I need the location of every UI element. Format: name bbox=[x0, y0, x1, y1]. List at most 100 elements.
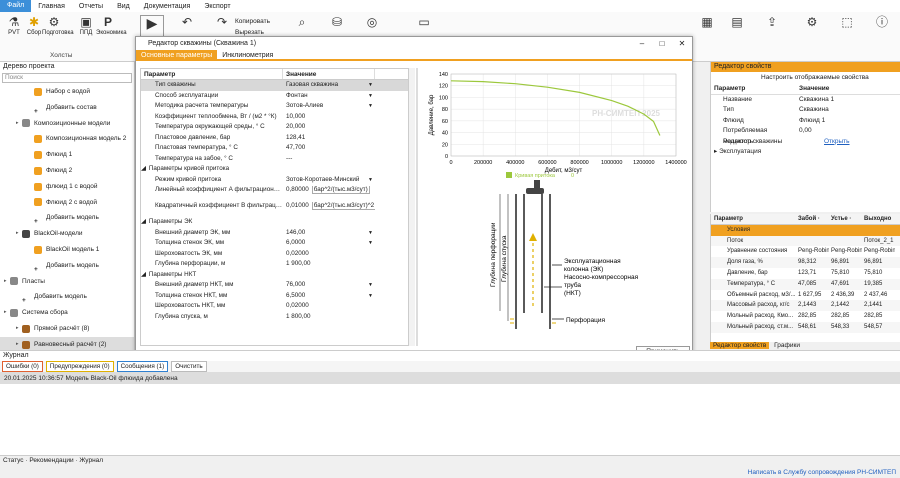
info-button[interactable]: ⓘ bbox=[870, 15, 894, 30]
dropdown-arrow-icon[interactable]: ▼ bbox=[368, 91, 373, 102]
param-unit-select[interactable]: бар^2/(тыс.м3/сут)^2 bbox=[311, 202, 375, 210]
prop-value[interactable] bbox=[799, 147, 894, 158]
tree-item[interactable]: Набор с водой bbox=[0, 84, 134, 100]
param-row[interactable]: Внешний диаметр ЭК, мм 146,00 ▼ bbox=[141, 228, 408, 239]
minimize-icon[interactable]: – bbox=[632, 37, 652, 50]
param-value[interactable]: --- bbox=[283, 154, 375, 165]
param-section[interactable]: ◢ Параметры ЭК bbox=[141, 217, 408, 228]
param-section[interactable]: ◢ Параметры НКТ bbox=[141, 270, 408, 281]
tree-item[interactable]: + Добавить модель bbox=[0, 289, 134, 305]
grid-header[interactable]: Выходно bbox=[862, 214, 895, 224]
grid-header[interactable]: Устье · bbox=[829, 214, 862, 224]
param-value[interactable]: 6,0000 ▼ bbox=[283, 238, 375, 249]
param-scrollbar[interactable] bbox=[409, 68, 415, 346]
prop-row[interactable]: Потребляемая мощность 0,00 bbox=[711, 126, 900, 145]
redo-button[interactable]: ↷ bbox=[210, 15, 234, 30]
grid-row[interactable]: Доля газа, % 98,312 96,891 96,891 bbox=[711, 257, 900, 268]
param-value[interactable]: 47,700 bbox=[283, 143, 375, 154]
prop-row[interactable]: Тип Скважина bbox=[711, 105, 900, 116]
menu-item-4[interactable]: Документация bbox=[137, 3, 198, 10]
grid-row[interactable]: Давление, бар 123,71 75,810 75,810 bbox=[711, 267, 900, 279]
param-value[interactable]: 0,02000 bbox=[283, 301, 375, 312]
param-row[interactable]: Тип скважины Газовая скважина ▼ bbox=[141, 80, 408, 91]
tab-inclinometry[interactable]: Инклинометрия bbox=[217, 50, 278, 59]
menu-item-0[interactable]: Файл bbox=[0, 0, 32, 12]
tree-item[interactable]: + Добавить модель bbox=[0, 210, 134, 226]
param-value[interactable]: 76,000 ▼ bbox=[283, 280, 375, 291]
dropdown-arrow-icon[interactable]: ▼ bbox=[368, 228, 373, 239]
param-value[interactable]: 0,02000 bbox=[283, 249, 375, 260]
param-row[interactable]: Температура окружающей среды, ° С 20,000 bbox=[141, 122, 408, 133]
tree-item[interactable]: флюид 1 с водой bbox=[0, 179, 134, 195]
support-link[interactable]: Написать в Службу сопровождения РН-СИМТЕ… bbox=[748, 469, 896, 476]
prop-value[interactable]: Открыть bbox=[799, 137, 894, 148]
tab-charts[interactable]: Графики bbox=[771, 342, 803, 349]
prop-value[interactable]: Скважина bbox=[799, 105, 894, 116]
param-value[interactable]: 10,000 bbox=[283, 112, 375, 123]
param-value[interactable]: Зотов-Алиев ▼ bbox=[283, 101, 375, 112]
param-value[interactable]: Газовая скважина ▼ bbox=[283, 80, 375, 91]
tree-item[interactable]: ▸ Система сбора bbox=[0, 305, 134, 321]
param-value[interactable]: Зотов-Коротаев-Минский ▼ bbox=[283, 175, 375, 186]
tree-item[interactable]: + Добавить состав bbox=[0, 100, 134, 116]
grid-section-row[interactable]: Условия bbox=[711, 224, 900, 236]
copy-button[interactable]: Копировать bbox=[235, 18, 270, 25]
prop-row[interactable]: Редактор скважины Открыть bbox=[711, 137, 900, 148]
calc-button[interactable]: ▦ bbox=[695, 15, 719, 30]
ppd-button[interactable]: ▣ ППД bbox=[74, 15, 98, 36]
grid-row[interactable]: Поток Поток_2_1 bbox=[711, 235, 900, 247]
grid-row[interactable]: Мольный расход, Кмо... 282,85 282,85 282,85 bbox=[711, 311, 900, 322]
param-row[interactable]: Линейный коэффициент А фильтрационного с… bbox=[141, 185, 408, 201]
param-row[interactable]: Шероховатость ЭК, мм 0,02000 bbox=[141, 249, 408, 260]
param-row[interactable]: Пластовое давление, бар 128,41 bbox=[141, 133, 408, 144]
bottom-tabs[interactable]: Статус · Рекомендации · Журнал bbox=[0, 456, 103, 466]
journal-entry[interactable]: 20.01.2025 10:36:57 Модель Black-Oil флю… bbox=[0, 373, 900, 384]
tree-item[interactable]: Флюид 2 bbox=[0, 163, 134, 179]
tree-item[interactable]: BlackOil модель 1 bbox=[0, 242, 134, 258]
export-button[interactable]: ⇪ bbox=[760, 15, 784, 30]
warnings-filter-button[interactable]: Предупреждения (0) bbox=[45, 361, 114, 372]
dropdown-arrow-icon[interactable]: ▼ bbox=[368, 101, 373, 112]
close-icon[interactable]: ✕ bbox=[672, 37, 692, 50]
param-row[interactable]: Толщина стенок НКТ, мм 6,5000 ▼ bbox=[141, 291, 408, 302]
param-value[interactable]: 146,00 ▼ bbox=[283, 228, 375, 239]
param-value[interactable]: 1 900,00 bbox=[283, 259, 375, 270]
economics-button[interactable]: Р Экономика bbox=[96, 15, 127, 36]
param-row[interactable]: Глубина перфорации, м 1 900,00 bbox=[141, 259, 408, 270]
grid-button[interactable]: ▤ bbox=[725, 15, 749, 30]
settings-button[interactable]: ⚙ bbox=[800, 15, 824, 30]
tree-item[interactable]: ▸ Пласты bbox=[0, 274, 134, 290]
param-row[interactable]: Толщина стенок ЭК, мм 6,0000 ▼ bbox=[141, 238, 408, 249]
param-row[interactable]: Режим кривой притока Зотов-Коротаев-Минск… bbox=[141, 175, 408, 186]
param-value[interactable]: 128,41 bbox=[283, 133, 375, 144]
splitter[interactable] bbox=[416, 68, 418, 346]
tree-item[interactable]: ▸ BlackOil-модели bbox=[0, 226, 134, 242]
tree-search-input[interactable]: Поиск bbox=[2, 73, 132, 83]
param-value[interactable]: Фонтан ▼ bbox=[283, 91, 375, 102]
menu-item-3[interactable]: Вид bbox=[110, 3, 137, 10]
tab-main-params[interactable]: Основные параметры bbox=[136, 50, 218, 59]
tab-props-editor[interactable]: Редактор свойств bbox=[710, 342, 770, 349]
cut-button[interactable]: Вырезать bbox=[235, 29, 264, 36]
param-value[interactable]: 1 800,00 bbox=[283, 312, 375, 323]
dropdown-arrow-icon[interactable]: ▼ bbox=[368, 291, 373, 302]
menu-item-2[interactable]: Отчеты bbox=[72, 3, 110, 10]
menu-item-1[interactable]: Главная bbox=[31, 3, 72, 10]
dropdown-arrow-icon[interactable]: ▼ bbox=[368, 80, 373, 91]
prop-row[interactable]: ▸ Эксплуатация bbox=[711, 147, 900, 158]
param-value[interactable] bbox=[288, 217, 380, 228]
param-value[interactable]: 6,5000 ▼ bbox=[283, 291, 375, 302]
param-unit-select[interactable]: бар^2/(тыс.м3/сут) bbox=[311, 186, 370, 194]
grid-row[interactable]: Объемный расход, м3/... 1 627,95 2 436,39 2… bbox=[711, 289, 900, 301]
prop-value[interactable]: Флюид 1 bbox=[799, 116, 894, 127]
param-value[interactable] bbox=[288, 164, 380, 175]
dropdown-arrow-icon[interactable]: ▼ bbox=[368, 280, 373, 291]
param-row[interactable]: Пластовая температура, ° С 47,700 bbox=[141, 143, 408, 154]
param-row[interactable]: Коэффициент теплообмена, Вт / (м2 * °К) 1… bbox=[141, 112, 408, 123]
grid-row[interactable]: Массовый расход, кг/с 2,1443 2,1442 2,1441 bbox=[711, 300, 900, 312]
pump-button[interactable]: ⛁ bbox=[325, 15, 349, 30]
grid-row[interactable]: Мольный расход, ст.м... 548,61 548,33 548,5… bbox=[711, 321, 900, 333]
configure-props-link[interactable]: Настроить отображаемые свойства bbox=[711, 72, 900, 84]
prop-row[interactable]: Название Скважина 1 bbox=[711, 95, 900, 106]
menu-item-5[interactable]: Экспорт bbox=[197, 3, 237, 10]
